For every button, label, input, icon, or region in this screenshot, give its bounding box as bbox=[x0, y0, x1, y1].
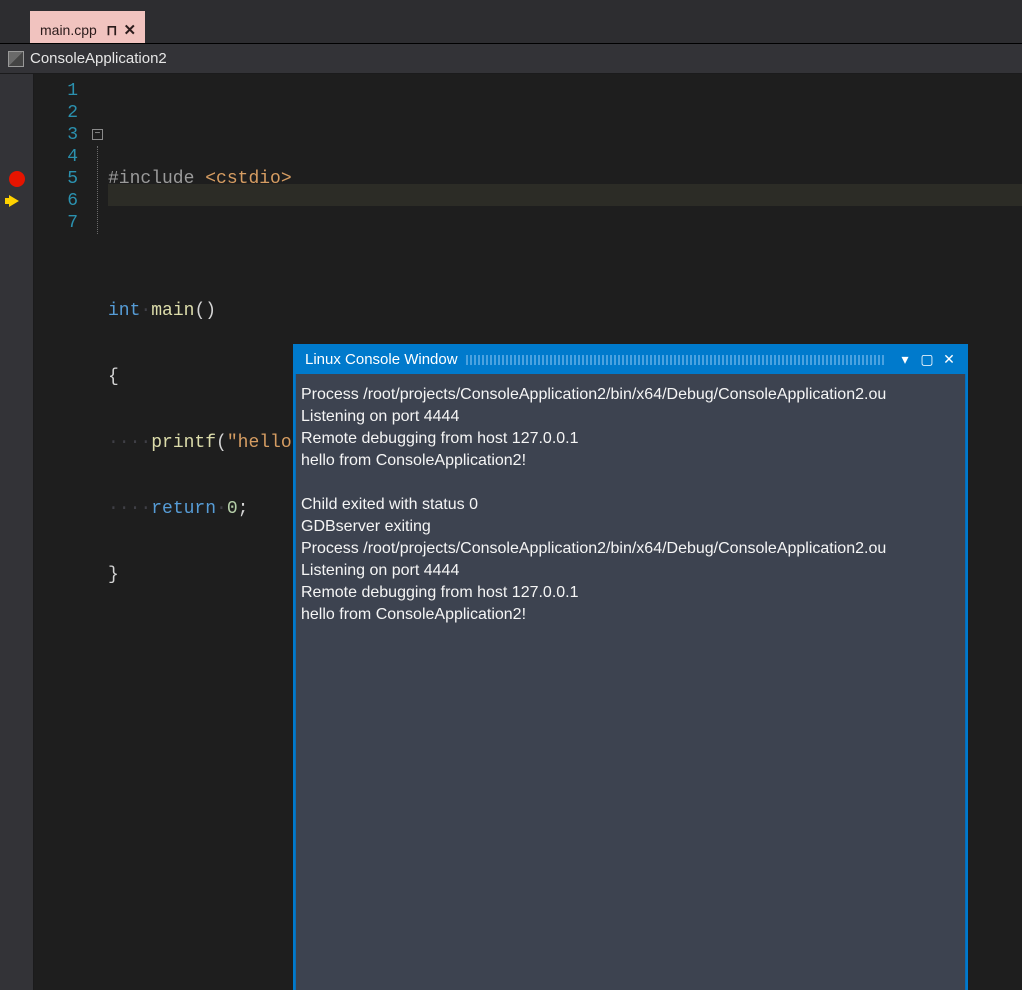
pin-icon[interactable]: ⊓ bbox=[103, 22, 121, 39]
scope-label: ConsoleApplication2 bbox=[30, 50, 167, 67]
console-title-label: Linux Console Window bbox=[305, 349, 458, 371]
code-token: int bbox=[108, 301, 140, 321]
maximize-icon[interactable]: ▢ bbox=[916, 350, 938, 370]
console-output[interactable]: Process /root/projects/ConsoleApplicatio… bbox=[295, 374, 966, 990]
fold-toggle-icon[interactable]: − bbox=[92, 129, 103, 140]
line-numbers: 1234567 bbox=[34, 74, 90, 990]
tab-label: main.cpp bbox=[40, 22, 103, 38]
code-token: printf bbox=[151, 433, 216, 453]
outline-margin[interactable]: − bbox=[90, 74, 108, 990]
current-statement-arrow-icon bbox=[9, 195, 19, 207]
titlebar-grip[interactable] bbox=[466, 355, 886, 365]
code-token: return bbox=[151, 499, 216, 519]
window-options-icon[interactable]: ▾ bbox=[894, 350, 916, 370]
linux-console-window[interactable]: Linux Console Window ▾ ▢ ✕ Process /root… bbox=[293, 344, 968, 990]
code-token: main bbox=[151, 301, 194, 321]
breakpoint-icon[interactable] bbox=[9, 171, 25, 187]
tab-main-cpp[interactable]: main.cpp ⊓ ✕ bbox=[30, 11, 145, 43]
code-token: } bbox=[108, 565, 119, 585]
close-icon[interactable]: ✕ bbox=[121, 21, 139, 39]
glyph-margin[interactable] bbox=[0, 74, 34, 990]
code-token: { bbox=[108, 367, 119, 387]
scope-icon bbox=[8, 51, 24, 67]
code-token: 0 bbox=[227, 499, 238, 519]
code-token: () bbox=[194, 301, 216, 321]
code-token: #include bbox=[108, 169, 194, 189]
navigation-bar[interactable]: ConsoleApplication2 bbox=[0, 44, 1022, 74]
console-titlebar[interactable]: Linux Console Window ▾ ▢ ✕ bbox=[295, 346, 966, 374]
fold-guide bbox=[97, 146, 98, 234]
code-editor[interactable]: 1234567 − #include <cstdio> int·main() {… bbox=[0, 74, 1022, 990]
file-tabstrip: main.cpp ⊓ ✕ bbox=[0, 0, 1022, 44]
close-icon[interactable]: ✕ bbox=[938, 350, 960, 370]
code-token: <cstdio> bbox=[205, 169, 291, 189]
code-token: ( bbox=[216, 433, 227, 453]
code-token: ; bbox=[238, 499, 249, 519]
